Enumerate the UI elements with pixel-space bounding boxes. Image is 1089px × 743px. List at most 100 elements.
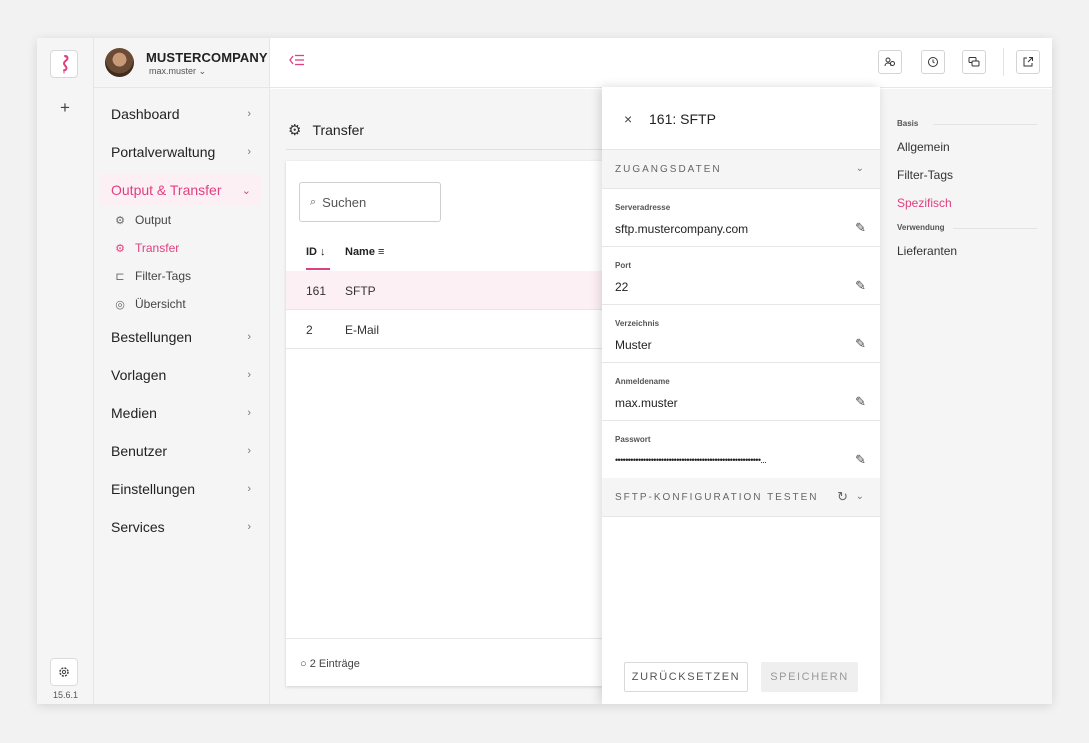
section-access-data[interactable]: ZUGANGSDATEN ⌄ [602, 150, 880, 189]
field-value: max.muster [615, 396, 678, 410]
cell-name: SFTP [345, 284, 376, 298]
tag-icon: ⊏ [115, 270, 125, 283]
user-dropdown[interactable]: max.muster ⌄ [149, 66, 206, 77]
users-icon[interactable] [878, 50, 902, 74]
cell-id: 2 [306, 323, 313, 337]
reset-button[interactable]: ZURÜCKSETZEN [624, 662, 748, 692]
field-label: Port [615, 261, 631, 270]
edit-pencil-icon[interactable]: ✎ [855, 452, 866, 468]
gear-icon: ⚙ [115, 214, 125, 227]
field-value: sftp.mustercompany.com [615, 222, 749, 236]
sidebar-item-output-transfer[interactable]: Output & Transfer ⌄ [99, 174, 261, 206]
sidebar-item-label: Einstellungen [111, 481, 196, 497]
subnav-item-filter-tags[interactable]: Filter-Tags [897, 161, 1037, 189]
gear-icon: ⚙ [288, 122, 302, 139]
save-button[interactable]: SPEICHERN [761, 662, 858, 692]
sidebar-item-label: Services [111, 519, 165, 535]
refresh-icon[interactable]: ○ [300, 658, 307, 670]
entry-count: 2 Einträge [309, 658, 360, 670]
search-placeholder: Suchen [322, 194, 367, 210]
sidebar-item-label: Vorlagen [111, 367, 167, 383]
chevron-right-icon: › [247, 445, 251, 457]
subnav-item-spezifisch[interactable]: Spezifisch [897, 189, 1037, 217]
chevron-right-icon: › [247, 331, 251, 343]
chevron-right-icon: › [247, 146, 251, 158]
version-label: 15.6.1 [52, 690, 79, 700]
company-switcher[interactable]: MUSTERCOMPANY max.muster ⌄ [94, 38, 270, 88]
edit-pencil-icon[interactable]: ✎ [855, 220, 866, 236]
sidebar-item-vorlagen[interactable]: Vorlagen › [99, 356, 261, 394]
sidebar-item-label: Bestellungen [111, 329, 192, 345]
transfer-list-card: ⌕ Suchen ID ↓ Name ≡ 161 SFTP 2 E-Mail ○… [286, 161, 616, 686]
sidebar-item-portalverwaltung[interactable]: Portalverwaltung › [99, 133, 261, 171]
field-port: Port 22 ✎ [602, 247, 880, 305]
subnav-group-basis: Basis [897, 119, 1037, 133]
subnav-item-lieferanten[interactable]: Lieferanten [897, 237, 1037, 265]
eye-icon: ◎ [115, 298, 125, 311]
close-icon[interactable]: × [624, 111, 632, 127]
collapse-sidebar-icon[interactable] [289, 53, 305, 71]
field-value: 22 [615, 280, 629, 294]
sidebar-subitem-output[interactable]: ⚙ Output [99, 206, 261, 234]
section-title: SFTP-KONFIGURATION TESTEN [615, 492, 819, 503]
chevron-down-icon: ⌄ [241, 184, 251, 197]
sidebar-item-services[interactable]: Services › [99, 508, 261, 546]
edit-pencil-icon[interactable]: ✎ [855, 394, 866, 410]
field-label: Verzeichnis [615, 319, 660, 328]
chevron-down-icon: ⌄ [855, 163, 864, 174]
add-icon[interactable]: + [55, 98, 75, 118]
field-label: Serveradresse [615, 203, 671, 212]
external-link-icon[interactable] [1016, 50, 1040, 74]
section-subnav: Basis Allgemein Filter-Tags Spezifisch V… [897, 119, 1037, 265]
column-header-id[interactable]: ID ↓ [306, 246, 326, 258]
app-window: + 15.6.1 MUSTERCOMPANY max.muster ⌄ Dash… [37, 38, 1052, 704]
sidebar-subitem-transfer[interactable]: ⚙ Transfer [99, 234, 261, 262]
top-bar [270, 38, 1052, 88]
chevron-right-icon: › [247, 483, 251, 495]
flamingo-logo-icon[interactable] [50, 50, 78, 78]
clock-icon[interactable] [921, 50, 945, 74]
company-name: MUSTERCOMPANY [146, 50, 268, 65]
detail-panel: × 161: SFTP ZUGANGSDATEN ⌄ Serveradresse… [602, 87, 880, 704]
column-header-name[interactable]: Name ≡ [345, 246, 384, 258]
table-row[interactable]: 161 SFTP [286, 271, 616, 310]
field-passwort: Passwort •••••••••••••••••••••••••••••••… [602, 421, 880, 479]
search-input[interactable]: ⌕ Suchen [299, 182, 441, 222]
chevron-right-icon: › [247, 369, 251, 381]
edit-pencil-icon[interactable]: ✎ [855, 336, 866, 352]
sidebar-item-label: Benutzer [111, 443, 168, 459]
sidebar-item-bestellungen[interactable]: Bestellungen › [99, 318, 261, 356]
section-title: ZUGANGSDATEN [615, 164, 722, 175]
gear-icon: ⚙ [115, 242, 125, 255]
table-row[interactable]: 2 E-Mail [286, 310, 616, 349]
field-value: ••••••••••••••••••••••••••••••••••••••••… [615, 455, 767, 465]
field-anmeldename: Anmeldename max.muster ✎ [602, 363, 880, 421]
chevron-right-icon: › [247, 521, 251, 533]
sidebar-subitem-filter-tags[interactable]: ⊏ Filter-Tags [99, 262, 261, 290]
cell-name: E-Mail [345, 323, 380, 337]
sidebar-item-medien[interactable]: Medien › [99, 394, 261, 432]
field-verzeichnis: Verzeichnis Muster ✎ [602, 305, 880, 363]
subnav-item-allgemein[interactable]: Allgemein [897, 133, 1037, 161]
sidebar-item-benutzer[interactable]: Benutzer › [99, 432, 261, 470]
divider [286, 149, 616, 150]
nav-list: Dashboard › Portalverwaltung › Output & … [99, 95, 261, 546]
field-label: Passwort [615, 435, 651, 444]
list-footer: ○ 2 Einträge [286, 638, 616, 686]
refresh-icon[interactable]: ↻ [837, 489, 848, 505]
chevron-right-icon: › [247, 407, 251, 419]
sidebar-subitem-uebersicht[interactable]: ◎ Übersicht [99, 290, 261, 318]
page-title-text: Transfer [312, 122, 365, 138]
search-icon: ⌕ [310, 195, 317, 208]
sidebar-item-dashboard[interactable]: Dashboard › [99, 95, 261, 133]
chat-icon[interactable] [962, 50, 986, 74]
section-sftp-test[interactable]: SFTP-KONFIGURATION TESTEN ↻ ⌄ [602, 478, 880, 517]
field-serveradresse: Serveradresse sftp.mustercompany.com ✎ [602, 189, 880, 247]
subnav-group-label: Verwendung [897, 223, 945, 232]
edit-pencil-icon[interactable]: ✎ [855, 278, 866, 294]
panel-header: × 161: SFTP [602, 87, 880, 150]
cell-id: 161 [306, 284, 327, 298]
sidebar-item-label: Dashboard [111, 106, 180, 122]
sidebar-item-einstellungen[interactable]: Einstellungen › [99, 470, 261, 508]
settings-gear-icon[interactable] [50, 658, 78, 686]
